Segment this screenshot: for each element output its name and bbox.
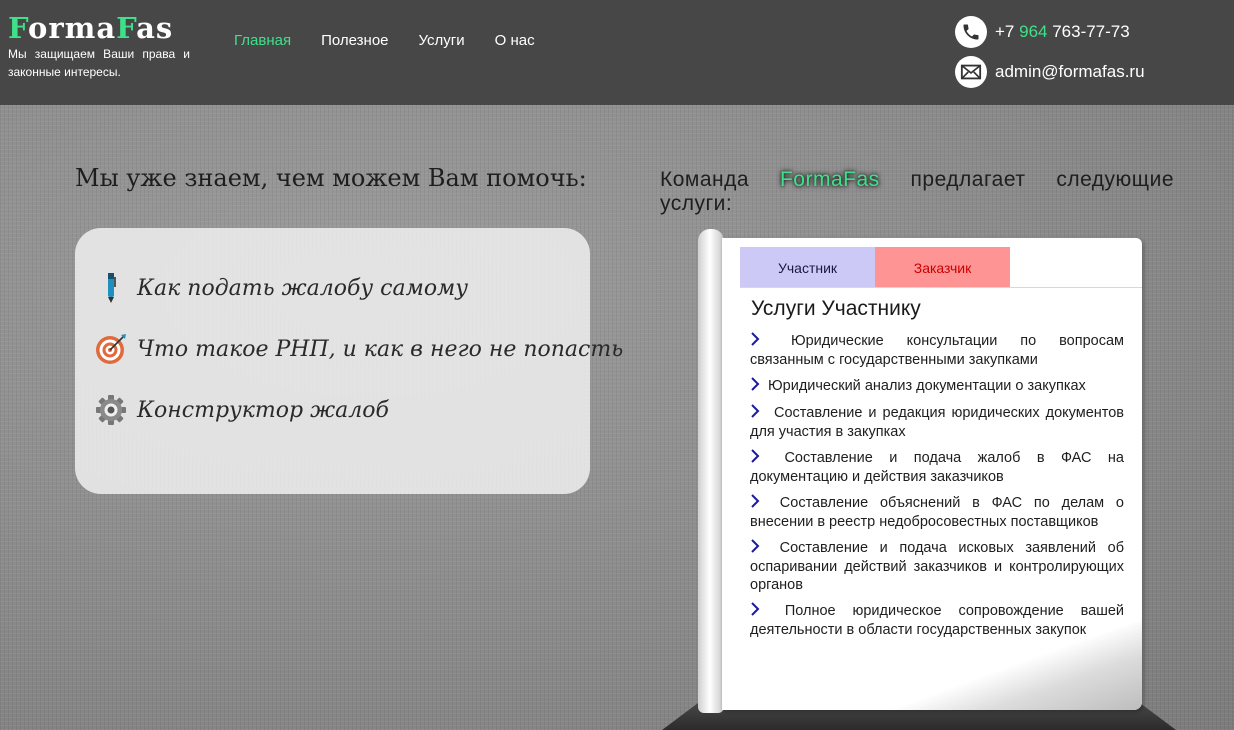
logo[interactable]: FormaFas Мы защищаем Ваши права и законн… xyxy=(8,12,190,81)
tab-customer[interactable]: Заказчик xyxy=(875,247,1010,288)
mail-icon xyxy=(955,56,987,88)
phone-contact[interactable]: +7 964 763-77-73 xyxy=(955,16,1130,48)
services-list: Юридические консультации по вопросам свя… xyxy=(750,332,1124,647)
chevron-right-icon xyxy=(750,332,766,351)
chevron-right-icon xyxy=(750,449,766,468)
main-nav: Главная Полезное Услуги О нас xyxy=(234,31,565,51)
phone-icon xyxy=(955,16,987,48)
list-item[interactable]: Юридические консультации по вопросам свя… xyxy=(750,332,1124,369)
scroll-roll xyxy=(698,229,724,713)
list-item[interactable]: Составление объяснений в ФАС по делам о … xyxy=(750,494,1124,531)
services-tabs: Участник Заказчик xyxy=(740,247,1010,288)
services-scroll: Участник Заказчик Услуги Участнику Юриди… xyxy=(722,238,1142,710)
email-address: admin@formafas.ru xyxy=(995,62,1145,81)
help-heading: Мы уже знаем, чем можем Вам помочь: xyxy=(75,164,587,192)
logo-wordmark: FormaFas xyxy=(8,11,174,45)
list-item[interactable]: Юридический анализ документации о закупк… xyxy=(750,377,1124,396)
services-title: Услуги Участнику xyxy=(751,297,921,320)
help-item-label: Конструктор жалоб xyxy=(137,397,389,423)
chevron-right-icon xyxy=(750,602,766,621)
help-item-label: Как подать жалобу самому xyxy=(137,275,469,301)
logo-tagline: Мы защищаем Ваши права и законные интере… xyxy=(8,47,190,79)
nav-item-home[interactable]: Главная xyxy=(234,31,291,51)
list-item[interactable]: Составление и подача жалоб в ФАС на доку… xyxy=(750,449,1124,486)
chevron-right-icon xyxy=(750,494,766,513)
phone-number: +7 964 763-77-73 xyxy=(995,22,1130,41)
chevron-right-icon xyxy=(750,377,766,396)
chevron-right-icon xyxy=(750,539,766,558)
help-item-constructor[interactable]: Конструктор жалоб xyxy=(95,394,389,426)
chevron-right-icon xyxy=(750,404,766,423)
help-item-self-complaint[interactable]: Как подать жалобу самому xyxy=(95,272,468,304)
site-header: FormaFas Мы защищаем Ваши права и законн… xyxy=(0,0,1234,105)
nav-item-useful[interactable]: Полезное xyxy=(321,31,388,51)
list-item[interactable]: Составление и редакция юридических докум… xyxy=(750,404,1124,441)
tab-participant[interactable]: Участник xyxy=(740,247,875,288)
gear-icon xyxy=(95,394,127,426)
tabs-divider xyxy=(740,287,1142,288)
help-item-rnp[interactable]: Что такое РНП, и как в него не попасть xyxy=(95,333,623,365)
help-panel: Как подать жалобу самому Что такое РНП, … xyxy=(75,228,623,494)
nav-item-services[interactable]: Услуги xyxy=(419,31,465,51)
pen-icon xyxy=(95,272,127,304)
list-item[interactable]: Полное юридическое сопровождение вашей д… xyxy=(750,602,1124,639)
list-item[interactable]: Составление и подача исковых заявлений о… xyxy=(750,539,1124,594)
email-contact[interactable]: admin@formafas.ru xyxy=(955,56,1145,88)
help-item-label: Что такое РНП, и как в него не попасть xyxy=(137,336,624,362)
brand-name: FormaFas xyxy=(779,168,880,191)
target-icon xyxy=(95,333,127,365)
nav-item-about[interactable]: О нас xyxy=(495,31,535,51)
services-heading: Команда FormaFas предлагает следующие ус… xyxy=(660,168,1174,215)
